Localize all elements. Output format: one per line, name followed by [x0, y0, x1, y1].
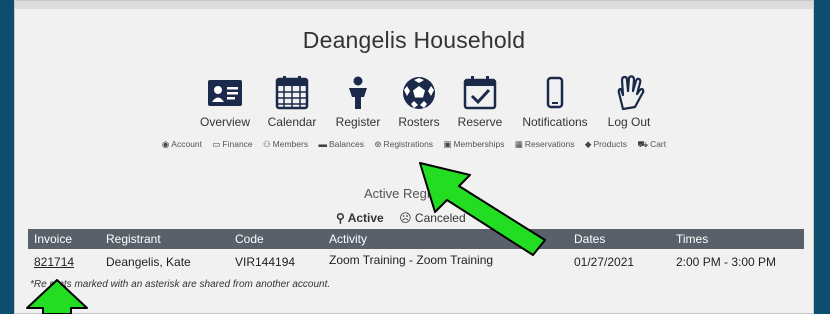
- finance-icon: ▭: [212, 139, 221, 149]
- products-icon: ◆: [584, 139, 592, 149]
- id-card-icon: [208, 80, 242, 106]
- nav-reserve-label: Reserve: [457, 115, 503, 129]
- calendar-check-icon: [463, 76, 497, 110]
- col-code: Code: [235, 232, 264, 246]
- nav-reserve[interactable]: Reserve: [445, 75, 515, 129]
- hand-icon: [617, 75, 645, 111]
- calendar-grid-icon: [275, 76, 309, 110]
- subnav-account[interactable]: ◉ Account: [162, 139, 202, 149]
- nav-register[interactable]: Register: [323, 75, 393, 129]
- nav-calendar[interactable]: Calendar: [257, 75, 327, 129]
- subnav-balances[interactable]: ▬ Balances: [318, 139, 363, 149]
- subnav-products[interactable]: ◆ Products: [585, 139, 627, 149]
- subnav-members[interactable]: ⚇ Members: [263, 139, 308, 149]
- nav-logout-label: Log Out: [607, 115, 651, 129]
- nav-overview-label: Overview: [199, 115, 250, 129]
- nav-rosters-label: Rosters: [398, 115, 440, 129]
- account-icon: ◉: [161, 139, 170, 149]
- nav-rosters[interactable]: Rosters: [384, 75, 454, 129]
- invoice-link[interactable]: 821714: [34, 255, 74, 269]
- annotation-arrow-up-icon: [26, 279, 88, 314]
- annotation-arrow-icon: [419, 162, 546, 256]
- subnav-finance[interactable]: ▭ Finance: [212, 139, 252, 149]
- dates-cell: 01/27/2021: [574, 255, 635, 269]
- person-icon: [349, 76, 367, 109]
- code-cell: VIR144194: [235, 255, 296, 269]
- nav-notifications-label: Notifications: [522, 115, 588, 129]
- subnav-reservations[interactable]: ▦ Reservations: [515, 139, 575, 149]
- col-registrant: Registrant: [106, 232, 161, 246]
- bicycle-icon: ⚲: [336, 211, 345, 225]
- balances-icon: ▬: [318, 139, 327, 149]
- nav-logout[interactable]: Log Out: [594, 75, 664, 129]
- top-band: [15, 1, 813, 9]
- household-panel: Deangelis Household Overview Calendar Re…: [14, 0, 814, 314]
- page-title: Deangelis Household: [302, 27, 526, 53]
- times-cell: 2:00 PM - 3:00 PM: [676, 255, 777, 269]
- subnav-memberships[interactable]: ▣ Memberships: [443, 139, 504, 149]
- nav-calendar-label: Calendar: [267, 115, 317, 129]
- cart-icon: ⛟: [637, 139, 649, 149]
- sub-nav: ◉ Account ▭ Finance ⚇ Members ▬ Balances ⊛ Re…: [15, 139, 813, 151]
- nav-notifications[interactable]: Notifications: [520, 75, 590, 129]
- nav-overview[interactable]: Overview: [190, 75, 260, 129]
- reservations-icon: ▦: [514, 139, 523, 149]
- col-invoice: Invoice: [34, 232, 73, 246]
- main-nav: Overview Calendar Register Rosters Reser…: [15, 75, 813, 131]
- col-activity: Activity: [329, 232, 368, 246]
- nav-register-label: Register: [335, 115, 381, 129]
- soccer-ball-icon: [403, 77, 435, 109]
- frown-icon: ☹: [399, 211, 412, 225]
- registrant-cell: Deangelis, Kate: [106, 255, 191, 269]
- subnav-cart[interactable]: ⛟ Cart: [637, 139, 666, 149]
- registrations-icon: ⊛: [374, 139, 382, 149]
- tab-active[interactable]: ⚲ Active: [336, 211, 384, 225]
- col-times: Times: [676, 232, 709, 246]
- subnav-registrations[interactable]: ⊛ Registrations: [374, 139, 433, 149]
- memberships-icon: ▣: [443, 139, 452, 149]
- phone-icon: [546, 76, 564, 109]
- col-dates: Dates: [574, 232, 606, 246]
- members-icon: ⚇: [263, 139, 271, 149]
